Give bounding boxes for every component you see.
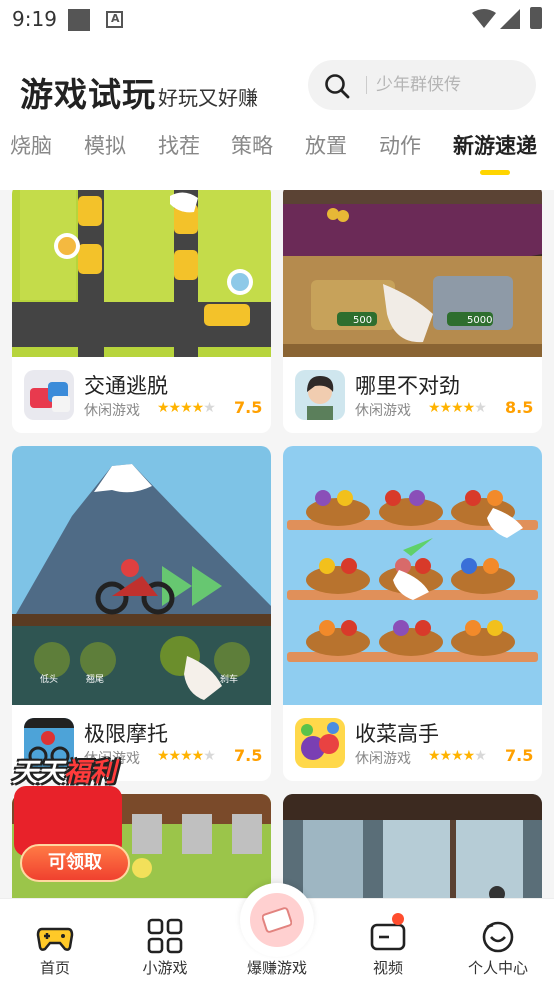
game-card[interactable]: 500 5000 哪里不对劲 休闲游戏 ★★★★★ 8.5 xyxy=(283,190,542,433)
notification-icon xyxy=(68,9,90,31)
wifi-icon xyxy=(472,9,496,28)
daily-bonus-promo[interactable]: 天天福利 可领取 xyxy=(10,752,130,890)
game-card[interactable] xyxy=(283,794,542,898)
nav-label: 首页 xyxy=(39,959,70,977)
nav-label: 爆赚游戏 xyxy=(246,959,307,977)
search-bar[interactable] xyxy=(308,60,536,110)
grid-icon xyxy=(147,918,183,954)
active-tab-indicator xyxy=(480,170,510,175)
search-input[interactable] xyxy=(376,72,526,98)
promo-title: 天天福利 xyxy=(12,752,116,789)
game-title: 收菜高手 xyxy=(355,722,439,746)
tab-xinyousudi[interactable]: 新游速递 xyxy=(453,130,537,160)
rating-score: 7.5 xyxy=(234,746,263,765)
claim-button[interactable]: 可领取 xyxy=(20,844,130,882)
coin-500-label: 500 xyxy=(353,315,372,326)
game-category: 休闲游戏 xyxy=(355,403,411,419)
gamepad-icon xyxy=(36,927,74,951)
banknote-icon xyxy=(262,907,292,933)
game-card[interactable]: 交通逃脱 休闲游戏 ★★★★★ 7.5 xyxy=(12,190,271,433)
game-info: 收菜高手 休闲游戏 ★★★★★ 7.5 xyxy=(283,705,542,781)
coin-5000-label: 5000 xyxy=(467,315,492,326)
smile-icon xyxy=(482,921,514,953)
search-divider xyxy=(366,76,367,94)
nav-home[interactable]: 首页 xyxy=(0,899,110,985)
game-thumbnail: 500 5000 xyxy=(283,190,542,357)
signal-icon xyxy=(500,9,520,29)
rating-score: 7.5 xyxy=(505,746,534,765)
rating-score: 8.5 xyxy=(505,398,534,417)
nav-video[interactable]: 视频 xyxy=(333,899,443,985)
page-subtitle: 好玩又好赚 xyxy=(158,86,258,110)
game-title: 极限摩托 xyxy=(84,722,168,746)
category-tabs: 烧脑 模拟 找茬 策略 放置 动作 新游速递 xyxy=(0,118,554,186)
game-thumbnail xyxy=(283,446,542,705)
promo-title-a: 天天 xyxy=(12,758,65,788)
game-thumbnail: 低头 翘尾 刹车 xyxy=(12,446,271,705)
rating-score: 7.5 xyxy=(234,398,263,417)
moto-brake-label: 刹车 xyxy=(220,673,238,685)
cash-icon xyxy=(240,883,314,957)
star-rating: ★★★★★ xyxy=(157,400,216,416)
keyboard-notification-icon: A xyxy=(106,11,123,28)
nav-label: 个人中心 xyxy=(467,959,528,977)
tab-fangzhi[interactable]: 放置 xyxy=(305,130,347,160)
moto-lower-label: 低头 xyxy=(40,673,58,685)
page-header: 游戏试玩 好玩又好赚 xyxy=(0,58,554,118)
game-card[interactable]: 收菜高手 休闲游戏 ★★★★★ 7.5 xyxy=(283,446,542,781)
page-title: 游戏试玩 xyxy=(20,75,156,114)
screen: 9:19 A 游戏试玩 好玩又好赚 烧脑 模拟 找茬 策略 放置 动作 新游速递 xyxy=(0,0,554,985)
bottom-nav: 首页 小游戏 爆赚游戏 视频 个人中心 xyxy=(0,883,554,985)
traffic-escape-app-icon xyxy=(24,370,74,420)
tab-celue[interactable]: 策略 xyxy=(231,130,273,160)
game-title: 哪里不对劲 xyxy=(355,374,460,398)
game-thumbnail xyxy=(283,794,542,898)
nav-profile[interactable]: 个人中心 xyxy=(443,899,553,985)
tab-zhaocha[interactable]: 找茬 xyxy=(158,130,200,160)
game-title: 交通逃脱 xyxy=(84,374,168,398)
video-badge-dot xyxy=(392,913,404,925)
promo-title-b: 福利 xyxy=(64,758,117,788)
tab-dongzuo[interactable]: 动作 xyxy=(379,130,421,160)
game-card[interactable]: 低头 翘尾 刹车 极限摩托 休闲游戏 ★★★★★ 7.5 xyxy=(12,446,271,781)
nav-label: 视频 xyxy=(372,959,403,977)
tab-moni[interactable]: 模拟 xyxy=(84,130,126,160)
game-category: 休闲游戏 xyxy=(355,751,411,767)
search-icon xyxy=(325,74,350,99)
status-time: 9:19 xyxy=(12,7,57,31)
game-info: 交通逃脱 休闲游戏 ★★★★★ 7.5 xyxy=(12,357,271,433)
nav-earn-games[interactable]: 爆赚游戏 xyxy=(222,883,332,985)
nav-mini-games[interactable]: 小游戏 xyxy=(110,899,220,985)
tab-shaonao[interactable]: 烧脑 xyxy=(10,130,52,160)
battery-icon xyxy=(530,7,542,29)
game-info: 哪里不对劲 休闲游戏 ★★★★★ 8.5 xyxy=(283,357,542,433)
whats-wrong-app-icon xyxy=(295,370,345,420)
harvest-master-app-icon xyxy=(295,718,345,768)
moto-wheelie-label: 翘尾 xyxy=(86,674,104,685)
star-rating: ★★★★★ xyxy=(428,400,487,416)
status-bar: 9:19 A xyxy=(0,0,554,38)
game-thumbnail xyxy=(12,190,271,357)
star-rating: ★★★★★ xyxy=(428,748,487,764)
nav-label: 小游戏 xyxy=(142,959,188,977)
star-rating: ★★★★★ xyxy=(157,748,216,764)
game-category: 休闲游戏 xyxy=(84,403,140,419)
